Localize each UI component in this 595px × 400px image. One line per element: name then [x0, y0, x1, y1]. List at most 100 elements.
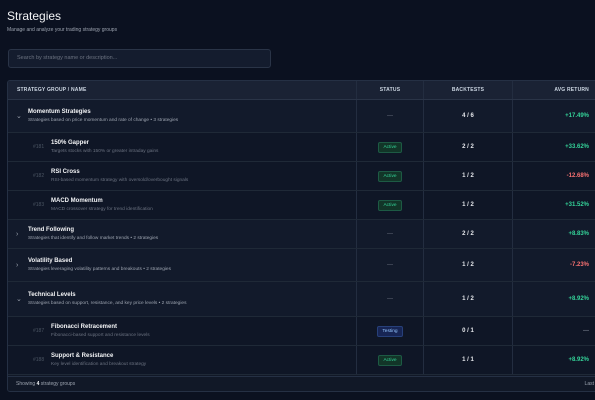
strategy-name[interactable]: Support & Resistance	[51, 353, 146, 359]
avg-return-value: +17.49%	[565, 113, 589, 119]
backtests-cell: 2 / 2	[424, 133, 513, 161]
chevron-down-icon[interactable]: ⌄	[16, 112, 28, 120]
strategy-id: #183	[33, 202, 45, 208]
search-input[interactable]: Search by strategy name or description..…	[8, 49, 271, 68]
table-header: STRATEGY GROUP / NAME STATUS BACKTESTS A…	[8, 81, 595, 100]
strategy-id: #182	[33, 173, 45, 179]
group-name: Technical Levels	[28, 292, 76, 298]
backtests-count: 1 / 2	[462, 262, 474, 268]
avg-return-value: -12.68%	[566, 173, 589, 179]
column-header-avg-return[interactable]: AVG RETURN	[513, 81, 589, 99]
avg-return-value: +33.62%	[565, 144, 589, 150]
strategy-row[interactable]: #183 MACD Momentum MACD crossover strate…	[8, 191, 595, 220]
backtests-count: 4 / 6	[462, 113, 474, 119]
strategy-name[interactable]: Fibonacci Retracement	[51, 324, 150, 330]
backtests-count: 0 / 1	[462, 328, 474, 334]
backtests-cell: 1 / 2	[424, 191, 513, 219]
page-title: Strategies	[7, 9, 62, 23]
status-cell: —	[357, 100, 424, 132]
group-name: Trend Following	[28, 227, 74, 233]
strategy-name[interactable]: MACD Momentum	[51, 198, 153, 204]
avg-return-value: +8.92%	[568, 357, 589, 363]
status-empty: —	[387, 113, 393, 119]
group-row[interactable]: ⌄ Technical Levels Strategies based on s…	[8, 282, 595, 317]
status-badge: Active	[378, 170, 402, 182]
backtests-cell: 1 / 2	[424, 282, 513, 316]
chevron-right-icon[interactable]: ›	[16, 262, 28, 269]
group-description: Strategies based on price momentum and r…	[28, 118, 179, 123]
avg-return-cell: +8.92%	[513, 346, 589, 374]
avg-return-cell: +8.92%	[513, 282, 589, 316]
footer-prefix: Showing	[16, 381, 36, 387]
footer-right-text: Last	[584, 381, 594, 387]
group-row[interactable]: › Trend Following Strategies that identi…	[8, 220, 595, 249]
chevron-down-icon[interactable]: ⌄	[16, 295, 28, 303]
status-badge: Active	[378, 199, 402, 211]
avg-return-cell: +8.83%	[513, 220, 589, 248]
avg-return-cell: +31.52%	[513, 191, 589, 219]
status-empty: —	[387, 231, 393, 237]
avg-return-value: +31.52%	[565, 202, 589, 208]
status-cell: —	[357, 220, 424, 248]
group-description: Strategies based on support, resistance,…	[28, 301, 187, 306]
status-cell: Active	[357, 133, 424, 161]
avg-return-value: +8.92%	[568, 296, 589, 302]
group-cell: › Trend Following Strategies that identi…	[8, 220, 357, 248]
backtests-count: 2 / 2	[462, 231, 474, 237]
avg-return-cell: —	[513, 317, 589, 345]
avg-return-cell: -7.23%	[513, 249, 589, 281]
backtests-count: 2 / 2	[462, 144, 474, 150]
strategy-description: Targets stocks with 150% or greater intr…	[51, 149, 159, 154]
strategy-cell: #183 MACD Momentum MACD crossover strate…	[8, 191, 357, 219]
strategy-cell: #188 Support & Resistance Key level iden…	[8, 346, 357, 374]
table-footer: Showing 4 strategy groups Last	[8, 376, 595, 391]
chevron-right-icon[interactable]: ›	[16, 231, 28, 238]
strategies-table: STRATEGY GROUP / NAME STATUS BACKTESTS A…	[7, 80, 595, 392]
strategy-cell: #187 Fibonacci Retracement Fibonacci-bas…	[8, 317, 357, 345]
status-badge: Active	[378, 141, 402, 153]
strategy-name[interactable]: RSI Cross	[51, 169, 188, 175]
strategy-description: MACD crossover strategy for trend identi…	[51, 207, 153, 212]
group-row[interactable]: ⌄ Momentum Strategies Strategies based o…	[8, 100, 595, 133]
status-cell: Active	[357, 346, 424, 374]
avg-return-cell: +17.49%	[513, 100, 589, 132]
avg-return-value: -7.23%	[569, 262, 589, 268]
page-subtitle: Manage and analyze your trading strategy…	[7, 27, 118, 33]
avg-return-cell: -12.68%	[513, 162, 589, 190]
strategy-row[interactable]: #181 150% Gapper Targets stocks with 150…	[8, 133, 595, 162]
status-badge: Testing	[377, 325, 403, 337]
status-empty: —	[387, 296, 393, 302]
avg-return-cell: +33.62%	[513, 133, 589, 161]
backtests-count: 1 / 2	[462, 173, 474, 179]
status-cell: Testing	[357, 317, 424, 345]
backtests-count: 1 / 2	[462, 296, 474, 302]
page-header: Strategies Manage and analyze your tradi…	[7, 9, 117, 33]
column-header-status[interactable]: STATUS	[357, 81, 424, 99]
strategy-cell: #182 RSI Cross RSI-based momentum strate…	[8, 162, 357, 190]
column-header-name[interactable]: STRATEGY GROUP / NAME	[8, 81, 357, 99]
status-cell: Active	[357, 162, 424, 190]
footer-count: 4	[36, 381, 40, 387]
group-description: Strategies that identify and follow mark…	[28, 236, 159, 241]
group-name: Volatility Based	[28, 258, 73, 264]
strategy-row[interactable]: #187 Fibonacci Retracement Fibonacci-bas…	[8, 317, 595, 346]
group-cell: ⌄ Momentum Strategies Strategies based o…	[8, 100, 357, 132]
column-header-backtests[interactable]: BACKTESTS	[424, 81, 513, 99]
group-row[interactable]: › Volatility Based Strategies leveraging…	[8, 249, 595, 282]
strategy-id: #188	[33, 357, 45, 363]
backtests-cell: 4 / 6	[424, 100, 513, 132]
status-empty: —	[387, 262, 393, 268]
backtests-cell: 1 / 1	[424, 346, 513, 374]
backtests-cell: 2 / 2	[424, 220, 513, 248]
avg-return-value: —	[583, 328, 589, 334]
strategy-cell: #181 150% Gapper Targets stocks with 150…	[8, 133, 357, 161]
group-cell: ⌄ Technical Levels Strategies based on s…	[8, 282, 357, 316]
strategy-row[interactable]: #182 RSI Cross RSI-based momentum strate…	[8, 162, 595, 191]
status-cell: —	[357, 249, 424, 281]
strategy-id: #181	[33, 144, 45, 150]
strategy-name[interactable]: 150% Gapper	[51, 140, 158, 146]
footer-suffix: strategy groups	[40, 381, 76, 387]
strategy-description: RSI-based momentum strategy with oversol…	[51, 178, 189, 183]
strategy-row[interactable]: #188 Support & Resistance Key level iden…	[8, 346, 595, 375]
strategy-description: Key level identification and breakout st…	[51, 362, 147, 367]
